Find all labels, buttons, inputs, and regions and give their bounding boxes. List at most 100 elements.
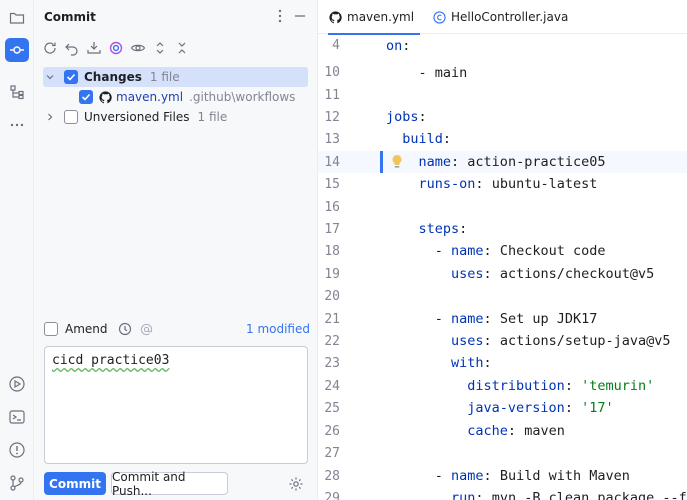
gear-icon[interactable]	[288, 476, 304, 492]
structure-tool-button[interactable]	[5, 80, 29, 104]
project-tool-button[interactable]	[5, 6, 29, 30]
code-line[interactable]: 28 - name: Build with Maven	[318, 465, 687, 487]
line-number: 11	[324, 87, 340, 103]
code-line[interactable]: 21 - name: Set up JDK17	[318, 308, 687, 330]
amend-label[interactable]: Amend	[65, 322, 108, 336]
tab-label: maven.yml	[347, 10, 415, 24]
code-line[interactable]: 23 with:	[318, 352, 687, 374]
code-line[interactable]: 17 steps:	[318, 218, 687, 240]
line-number: 24	[324, 378, 340, 394]
github-icon	[99, 90, 112, 104]
more-tools-button[interactable]	[5, 113, 29, 137]
ai-icon[interactable]	[108, 40, 124, 56]
changes-group-row[interactable]: Changes 1 file	[43, 67, 308, 87]
line-number: 17	[324, 221, 340, 237]
code-text: run: mvn -B clean package --fil	[451, 490, 687, 500]
minimize-icon[interactable]	[292, 8, 308, 24]
git-branch-icon	[10, 475, 24, 491]
commit-message-input[interactable]: cicd practice03	[44, 346, 308, 464]
collapse-all-icon[interactable]	[174, 40, 190, 56]
changes-checkbox[interactable]	[64, 70, 78, 84]
panel-title: Commit	[44, 10, 96, 24]
clock-icon[interactable]	[118, 322, 132, 336]
unversioned-group-row[interactable]: Unversioned Files 1 file	[34, 107, 318, 127]
code-line[interactable]: 15 runs-on: ubuntu-latest	[318, 173, 687, 195]
chevron-right-icon[interactable]	[44, 111, 56, 123]
changes-count: 1 file	[149, 70, 180, 84]
code-line[interactable]: 27	[318, 442, 687, 464]
line-number: 28	[324, 468, 340, 484]
commit-panel: Commit Changes 1 file maven.yml .github\…	[34, 0, 318, 500]
code-line[interactable]: 18 - name: Checkout code	[318, 240, 687, 262]
line-number: 23	[324, 355, 340, 371]
line-number: 27	[324, 445, 340, 461]
code-line[interactable]: 20	[318, 285, 687, 307]
code-line[interactable]: 10 - main	[318, 62, 687, 84]
tab-maven-yml[interactable]: maven.yml	[328, 0, 420, 35]
line-number: 12	[324, 109, 340, 125]
line-number: 26	[324, 423, 340, 439]
git-tool-button[interactable]	[8, 474, 26, 492]
line-number: 25	[324, 400, 340, 416]
code-text: on:	[386, 37, 411, 54]
options-menu-icon[interactable]	[272, 8, 288, 24]
code-line[interactable]: 29 run: mvn -B clean package --fil	[318, 487, 687, 500]
code-line[interactable]: 4 on:	[318, 35, 687, 57]
commit-and-push-button[interactable]: Commit and Push...	[111, 470, 228, 498]
modified-link[interactable]: 1 modified	[246, 322, 310, 336]
run-tool-button[interactable]	[8, 375, 26, 393]
chevron-down-icon[interactable]	[44, 71, 56, 83]
code-text: cache: maven	[467, 423, 565, 440]
problems-tool-button[interactable]	[8, 441, 26, 459]
tool-window-strip	[0, 0, 34, 500]
code-line[interactable]: 24 distribution: 'temurin'	[318, 375, 687, 397]
code-line[interactable]: 13 build:	[318, 128, 687, 150]
refresh-icon[interactable]	[42, 40, 58, 56]
code-line[interactable]: 16	[318, 196, 687, 218]
line-number: 20	[324, 288, 340, 304]
terminal-tool-button[interactable]	[8, 408, 26, 426]
line-number: 29	[324, 490, 340, 500]
class-icon	[432, 10, 446, 24]
line-number: 4	[332, 38, 340, 54]
commit-button[interactable]: Commit	[44, 472, 106, 495]
code-text: - name: Build with Maven	[386, 468, 630, 485]
line-number: 22	[324, 333, 340, 349]
code-line[interactable]: 19 uses: actions/checkout@v5	[318, 263, 687, 285]
code-line[interactable]: 25 java-version: '17'	[318, 397, 687, 419]
code-line[interactable]: 11	[318, 84, 687, 106]
rollback-icon[interactable]	[64, 40, 80, 56]
download-icon[interactable]	[86, 40, 102, 56]
code-line[interactable]: 26 cache: maven	[318, 420, 687, 442]
code-text: steps:	[418, 221, 468, 238]
run-icon	[9, 376, 25, 392]
line-number: 13	[324, 131, 340, 147]
line-number: 14	[324, 154, 340, 170]
code-line[interactable]: 22 uses: actions/setup-java@v5	[318, 330, 687, 352]
amend-checkbox[interactable]	[44, 322, 58, 336]
unversioned-checkbox[interactable]	[64, 110, 78, 124]
line-number: 19	[324, 266, 340, 282]
line-number: 15	[324, 176, 340, 192]
code-text: uses: actions/setup-java@v5	[451, 333, 671, 350]
commit-message-text: cicd practice03	[52, 353, 170, 368]
editor: maven.yml HelloController.java 4 on: 10 - …	[318, 0, 687, 500]
line-number: 21	[324, 311, 340, 327]
line-number: 16	[324, 199, 340, 215]
tab-hello-controller[interactable]: HelloController.java	[432, 0, 582, 34]
file-name: maven.yml	[116, 90, 184, 104]
github-icon	[328, 10, 342, 24]
code-line[interactable]: 12 jobs:	[318, 106, 687, 128]
lightbulb-icon[interactable]	[391, 154, 403, 170]
code-line[interactable]: 14 name: action-practice05	[318, 151, 687, 174]
line-number: 18	[324, 243, 340, 259]
eye-icon[interactable]	[130, 40, 146, 56]
changes-label: Changes	[84, 70, 142, 84]
at-sign-icon[interactable]	[140, 323, 153, 336]
commit-tool-button[interactable]	[5, 38, 29, 62]
file-checkbox[interactable]	[79, 90, 93, 104]
expand-all-icon[interactable]	[152, 40, 168, 56]
code-text: uses: actions/checkout@v5	[451, 266, 655, 283]
current-line-marker	[380, 151, 383, 173]
changed-file-row[interactable]: maven.yml .github\workflows	[34, 87, 318, 107]
